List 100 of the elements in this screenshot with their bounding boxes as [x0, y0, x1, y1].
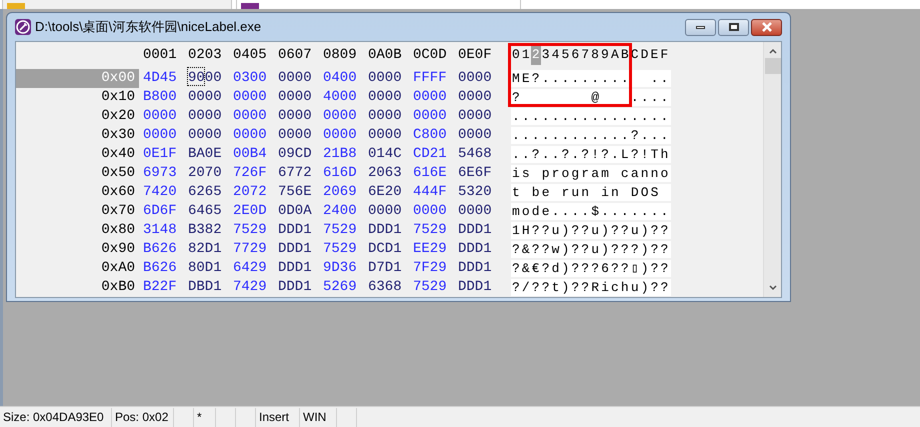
hex-cell[interactable]: 21B8 — [323, 144, 368, 165]
vertical-scrollbar[interactable] — [763, 42, 781, 297]
hex-cell[interactable]: 5468 — [458, 144, 503, 165]
hex-cell[interactable]: B800 — [143, 87, 188, 108]
hex-cell[interactable]: DDD1 — [458, 258, 503, 279]
hex-cell[interactable]: 0000 — [413, 201, 458, 222]
hex-cell[interactable]: 4000 — [323, 87, 368, 108]
hex-cell[interactable]: 0000 — [458, 68, 503, 89]
hex-cell[interactable]: B626 — [143, 239, 188, 260]
hex-cell[interactable]: 0000 — [323, 106, 368, 127]
hex-cell[interactable]: 0000 — [278, 87, 323, 108]
close-button[interactable] — [751, 18, 782, 36]
hex-cell[interactable]: 82D1 — [188, 239, 233, 260]
hex-cell[interactable]: B382 — [188, 220, 233, 241]
hex-cell[interactable]: 0000 — [188, 106, 233, 127]
hex-cell[interactable]: 0000 — [413, 87, 458, 108]
hex-cell[interactable]: 6E20 — [368, 182, 413, 203]
row-address[interactable]: 0xA0 — [16, 259, 139, 278]
row-address[interactable]: 0x40 — [16, 145, 139, 164]
maximize-button[interactable] — [718, 18, 749, 36]
hex-cell[interactable]: 7F29 — [413, 258, 458, 279]
hex-cell[interactable]: 7529 — [323, 239, 368, 260]
hex-cell[interactable]: 4D45 — [143, 68, 188, 89]
hex-cell[interactable]: 2072 — [233, 182, 278, 203]
hex-cell[interactable]: 6429 — [233, 258, 278, 279]
hex-cell[interactable]: 0000 — [368, 125, 413, 146]
hex-cell[interactable]: 9D36 — [323, 258, 368, 279]
hex-cell[interactable]: 0D0A — [278, 201, 323, 222]
hex-cell[interactable]: 6973 — [143, 163, 188, 184]
hex-cell[interactable]: FFFF — [413, 68, 458, 89]
hex-cell[interactable]: 0000 — [278, 125, 323, 146]
hex-cell[interactable]: 6E6F — [458, 163, 503, 184]
hex-cell[interactable]: 0000 — [413, 106, 458, 127]
row-address[interactable]: 0x90 — [16, 240, 139, 259]
hex-cell[interactable]: 0000 — [143, 125, 188, 146]
hex-cell[interactable]: DBD1 — [188, 277, 233, 297]
hex-cell[interactable]: 0000 — [458, 106, 503, 127]
hex-cell[interactable]: 6368 — [368, 277, 413, 297]
hex-cell[interactable]: 0000 — [458, 201, 503, 222]
hex-cell[interactable]: 3148 — [143, 220, 188, 241]
hex-cell[interactable]: 0000 — [233, 106, 278, 127]
row-address[interactable]: 0x50 — [16, 164, 139, 183]
scrollbar-thumb[interactable] — [764, 58, 780, 74]
hex-cell[interactable]: 2069 — [323, 182, 368, 203]
hex-cell[interactable]: 2400 — [323, 201, 368, 222]
hex-cell[interactable]: DDD1 — [458, 220, 503, 241]
hex-cell[interactable]: 00B4 — [233, 144, 278, 165]
hex-cell[interactable]: 7529 — [323, 220, 368, 241]
hex-cell[interactable]: 0000 — [368, 68, 413, 89]
hex-cell[interactable]: DDD1 — [278, 277, 323, 297]
hex-cell[interactable]: DDD1 — [458, 239, 503, 260]
hex-cell[interactable]: 0300 — [233, 68, 278, 89]
hex-cell[interactable]: DDD1 — [278, 220, 323, 241]
document-tab[interactable] — [236, 0, 521, 9]
hex-cell[interactable]: 9000 — [188, 68, 233, 89]
hex-cell[interactable]: 09CD — [278, 144, 323, 165]
hex-cell[interactable]: 7729 — [233, 239, 278, 260]
hex-cell[interactable]: 2E0D — [233, 201, 278, 222]
hex-cell[interactable]: 0000 — [278, 106, 323, 127]
hex-cell[interactable]: 5320 — [458, 182, 503, 203]
hex-cell[interactable]: 616D — [323, 163, 368, 184]
hex-cell[interactable]: 6D6F — [143, 201, 188, 222]
hex-cell[interactable]: 014C — [368, 144, 413, 165]
hex-cell[interactable]: 0000 — [188, 125, 233, 146]
hex-cell[interactable]: 7529 — [233, 220, 278, 241]
hex-cell[interactable]: 0000 — [188, 87, 233, 108]
hex-cell[interactable]: D7D1 — [368, 258, 413, 279]
hex-cell[interactable]: 444F — [413, 182, 458, 203]
minimize-button[interactable] — [685, 18, 716, 36]
hex-cell[interactable]: B626 — [143, 258, 188, 279]
row-address[interactable]: 0xB0 — [16, 278, 139, 297]
hex-cell[interactable]: 2063 — [368, 163, 413, 184]
hex-cell[interactable]: 6772 — [278, 163, 323, 184]
hex-cell[interactable]: 0000 — [458, 125, 503, 146]
hex-cell[interactable]: 0000 — [458, 87, 503, 108]
hex-cell[interactable]: 80D1 — [188, 258, 233, 279]
hex-cell[interactable]: DDD1 — [278, 258, 323, 279]
hex-cell[interactable]: 7420 — [143, 182, 188, 203]
hex-cell[interactable]: 7529 — [413, 277, 458, 297]
hex-cell[interactable]: 7429 — [233, 277, 278, 297]
hex-cell[interactable]: 6265 — [188, 182, 233, 203]
hex-cell[interactable]: 7529 — [413, 220, 458, 241]
row-address[interactable]: 0x30 — [16, 126, 139, 145]
hex-cell[interactable]: 2070 — [188, 163, 233, 184]
hex-cell[interactable]: B22F — [143, 277, 188, 297]
row-address[interactable]: 0x10 — [16, 88, 139, 107]
hex-cell[interactable]: 0000 — [233, 125, 278, 146]
hex-cell[interactable]: 726F — [233, 163, 278, 184]
hex-cell[interactable]: 0000 — [368, 106, 413, 127]
hex-cell[interactable]: DDD1 — [278, 239, 323, 260]
hex-cell[interactable]: 756E — [278, 182, 323, 203]
hex-cell[interactable]: DDD1 — [368, 220, 413, 241]
hex-cell[interactable]: 0000 — [368, 201, 413, 222]
hex-cell[interactable]: DCD1 — [368, 239, 413, 260]
hex-cell[interactable]: EE29 — [413, 239, 458, 260]
hex-cell[interactable]: 0400 — [323, 68, 368, 89]
hex-cell[interactable]: CD21 — [413, 144, 458, 165]
hex-cell[interactable]: C800 — [413, 125, 458, 146]
hex-cell[interactable]: DDD1 — [458, 277, 503, 297]
hex-cell[interactable]: BA0E — [188, 144, 233, 165]
